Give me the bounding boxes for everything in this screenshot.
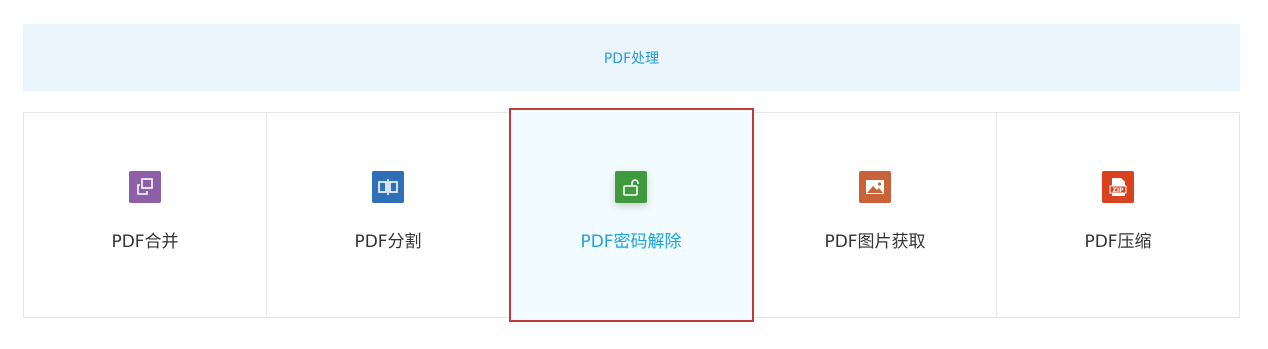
tool-pdf-password-remove[interactable]: PDF密码解除 xyxy=(509,108,754,322)
tool-label: PDF合并 xyxy=(111,232,179,252)
svg-text:ZIP: ZIP xyxy=(1113,187,1125,194)
tool-grid: PDF合并 PDF分割 PDF密码解除 PDF图片获取 ZIP PDF压缩 xyxy=(23,108,1240,322)
tool-pdf-merge[interactable]: PDF合并 xyxy=(24,113,267,317)
tool-label: PDF图片获取 xyxy=(824,232,926,252)
merge-icon xyxy=(129,171,161,203)
tool-label: PDF压缩 xyxy=(1084,232,1152,252)
section-title: PDF处理 xyxy=(603,50,660,67)
tool-pdf-split[interactable]: PDF分割 xyxy=(267,113,510,317)
zip-icon: ZIP xyxy=(1102,171,1134,203)
section-header: PDF处理 xyxy=(23,24,1240,91)
unlock-icon xyxy=(615,171,647,203)
tool-label: PDF密码解除 xyxy=(580,232,682,252)
image-icon xyxy=(859,171,891,203)
tool-label: PDF分割 xyxy=(354,232,422,252)
tool-pdf-image-extract[interactable]: PDF图片获取 xyxy=(754,113,997,317)
tool-pdf-compress[interactable]: ZIP PDF压缩 xyxy=(997,113,1239,317)
split-icon xyxy=(372,171,404,203)
